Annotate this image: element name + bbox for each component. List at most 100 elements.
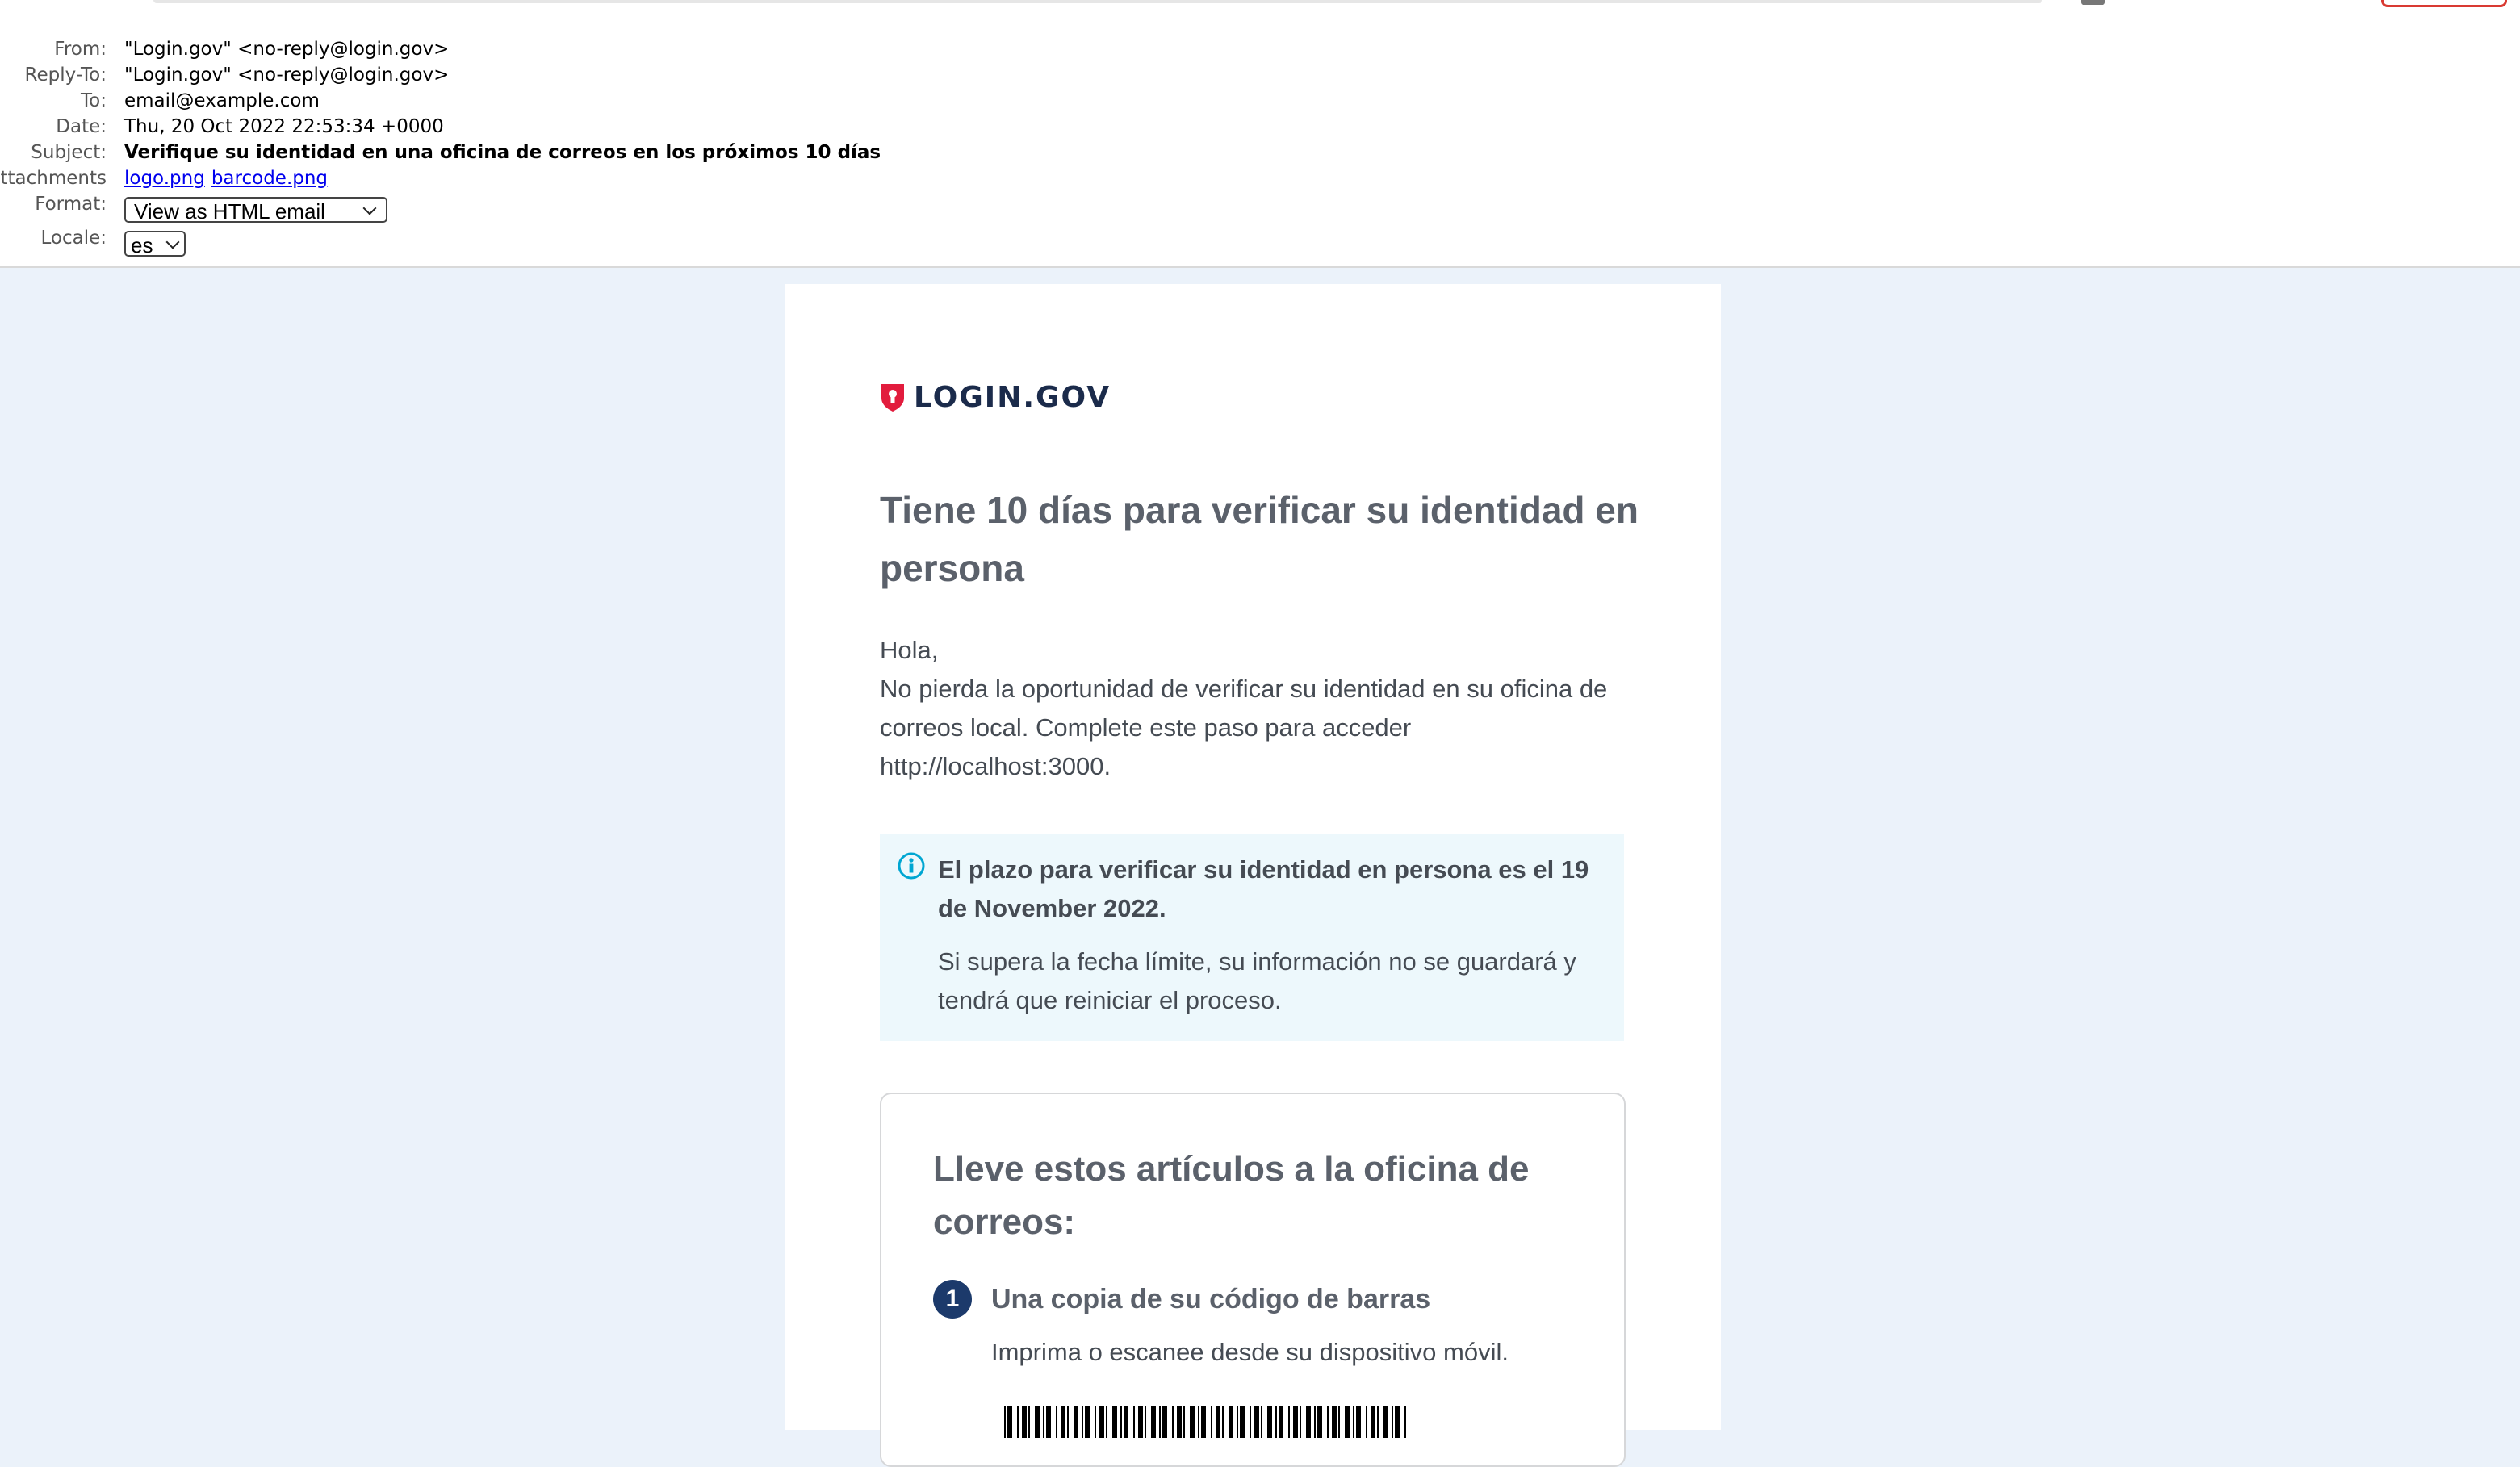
barcode-bar bbox=[1275, 1406, 1277, 1438]
barcode-image bbox=[1004, 1406, 1406, 1438]
to-value: email@example.com bbox=[124, 90, 320, 111]
barcode-bar bbox=[1250, 1406, 1251, 1438]
barcode-bar bbox=[1145, 1406, 1146, 1438]
chevron-down-icon bbox=[165, 235, 180, 249]
greeting: Hola, bbox=[880, 636, 939, 664]
barcode-bar bbox=[1162, 1406, 1167, 1438]
from-row: From: "Login.gov" <no-reply@login.gov> bbox=[0, 39, 1130, 65]
barcode-bar bbox=[1222, 1406, 1224, 1438]
barcode-bar bbox=[1216, 1406, 1220, 1438]
barcode-bar bbox=[1159, 1406, 1161, 1438]
barcode-bar bbox=[1085, 1406, 1090, 1438]
step-title: Una copia de su código de barras bbox=[991, 1284, 1431, 1314]
email-intro: Hola, No pierda la oportunidad de verifi… bbox=[880, 631, 1639, 786]
alert-body: Si supera la fecha límite, su informació… bbox=[938, 947, 1576, 1014]
attachments-list: logo.png barcode.png bbox=[124, 168, 334, 189]
subject-row: Subject: Verifique su identidad en una o… bbox=[0, 142, 1130, 168]
browser-chrome-strip bbox=[0, 0, 2520, 12]
barcode-bar bbox=[1106, 1406, 1107, 1438]
format-select-value: View as HTML email bbox=[134, 199, 325, 224]
to-row: To: email@example.com bbox=[0, 90, 1130, 116]
alert-title: El plazo para verificar su identidad en … bbox=[938, 855, 1589, 922]
format-label: Format: bbox=[35, 194, 107, 215]
barcode-bar bbox=[1338, 1406, 1340, 1438]
date-label: Date: bbox=[56, 116, 107, 137]
barcode-bar bbox=[1095, 1406, 1096, 1438]
barcode-bar bbox=[1392, 1406, 1393, 1438]
barcode-bar bbox=[1317, 1406, 1322, 1438]
barcode-bar bbox=[1288, 1406, 1290, 1438]
barcode-bar bbox=[1395, 1406, 1400, 1438]
barcode-bar bbox=[1007, 1406, 1012, 1438]
locale-select[interactable]: es bbox=[124, 231, 186, 257]
barcode-bar bbox=[1356, 1406, 1361, 1438]
step-number-badge: 1 bbox=[933, 1280, 972, 1319]
barcode-bar bbox=[1377, 1406, 1379, 1438]
barcode-bar bbox=[1267, 1406, 1272, 1438]
barcode-bar bbox=[1004, 1406, 1006, 1438]
format-row: Format: View as HTML email bbox=[0, 194, 1130, 224]
barcode-bar bbox=[1067, 1406, 1069, 1438]
barcode-bar bbox=[1353, 1406, 1354, 1438]
barcode-bar bbox=[1183, 1406, 1185, 1438]
subject-label: Subject: bbox=[31, 142, 107, 163]
reply-to-value: "Login.gov" <no-reply@login.gov> bbox=[124, 65, 450, 86]
items-title: Lleve estos artículos a la oficina de co… bbox=[933, 1149, 1530, 1242]
barcode-bar bbox=[1082, 1406, 1083, 1438]
barcode-bar bbox=[1229, 1406, 1233, 1438]
barcode-bar bbox=[1198, 1406, 1199, 1438]
locale-row: Locale: es bbox=[0, 228, 1130, 260]
toolbar-button-edge[interactable] bbox=[2081, 0, 2105, 5]
from-label: From: bbox=[54, 39, 107, 60]
barcode-bar bbox=[1366, 1406, 1367, 1438]
barcode-bar bbox=[1151, 1406, 1156, 1438]
barcode-bar bbox=[1138, 1406, 1143, 1438]
email-headline: Tiene 10 días para verificar su identida… bbox=[880, 489, 1639, 589]
deadline-alert: El plazo para verificar su identidad en … bbox=[880, 834, 1624, 1041]
items-to-bring-box: Lleve estos artículos a la oficina de co… bbox=[880, 1093, 1626, 1467]
barcode-bar bbox=[1172, 1406, 1174, 1438]
attachment-link-logo[interactable]: logo.png bbox=[124, 168, 205, 189]
barcode-bar bbox=[1017, 1406, 1019, 1438]
barcode-bar bbox=[1371, 1406, 1375, 1438]
barcode-bar bbox=[1404, 1406, 1406, 1438]
chevron-down-icon bbox=[362, 201, 377, 215]
barcode-bar bbox=[1261, 1406, 1262, 1438]
from-value: "Login.gov" <no-reply@login.gov> bbox=[124, 39, 450, 60]
attachments-row: ttachments: logo.png barcode.png bbox=[0, 168, 1130, 194]
barcode-bar bbox=[1345, 1406, 1350, 1438]
step-description: Imprima o escanee desde su dispositivo m… bbox=[991, 1338, 1509, 1366]
barcode-bar bbox=[1112, 1406, 1117, 1438]
barcode-bar bbox=[1043, 1406, 1044, 1438]
intro-paragraph: No pierda la oportunidad de verificar su… bbox=[880, 675, 1608, 780]
barcode-bar bbox=[1314, 1406, 1316, 1438]
barcode-bar bbox=[1124, 1406, 1128, 1438]
login-gov-logo: LOGIN.GOV bbox=[880, 379, 1111, 415]
barcode-bar bbox=[1293, 1406, 1298, 1438]
barcode-bar bbox=[1056, 1406, 1057, 1438]
address-bar-edge[interactable] bbox=[153, 0, 2042, 3]
barcode-bar bbox=[1306, 1406, 1311, 1438]
barcode-bar bbox=[1300, 1406, 1301, 1438]
barcode-bar bbox=[1099, 1406, 1104, 1438]
barcode-bar bbox=[1028, 1406, 1030, 1438]
email-header: From: "Login.gov" <no-reply@login.gov> R… bbox=[0, 11, 2520, 268]
barcode-bar bbox=[1240, 1406, 1245, 1438]
format-select[interactable]: View as HTML email bbox=[124, 197, 387, 224]
barcode-bar bbox=[1133, 1406, 1135, 1438]
attachment-link-barcode[interactable]: barcode.png bbox=[211, 168, 328, 189]
barcode-bar bbox=[1383, 1406, 1388, 1438]
shield-logo-icon bbox=[881, 384, 904, 412]
barcode-bar bbox=[1120, 1406, 1122, 1438]
barcode-bar bbox=[1327, 1406, 1329, 1438]
toolbar-pill-edge[interactable] bbox=[2381, 0, 2507, 7]
barcode-bar bbox=[1177, 1406, 1182, 1438]
locale-select-value: es bbox=[131, 233, 153, 257]
barcode-bar bbox=[1254, 1406, 1259, 1438]
barcode-bar bbox=[1237, 1406, 1238, 1438]
barcode-bar bbox=[1061, 1406, 1065, 1438]
logo-wordmark: LOGIN.GOV bbox=[914, 380, 1111, 414]
barcode-bar bbox=[1201, 1406, 1206, 1438]
date-value: Thu, 20 Oct 2022 22:53:34 +0000 bbox=[124, 116, 444, 137]
reply-to-label: Reply-To: bbox=[24, 65, 107, 86]
